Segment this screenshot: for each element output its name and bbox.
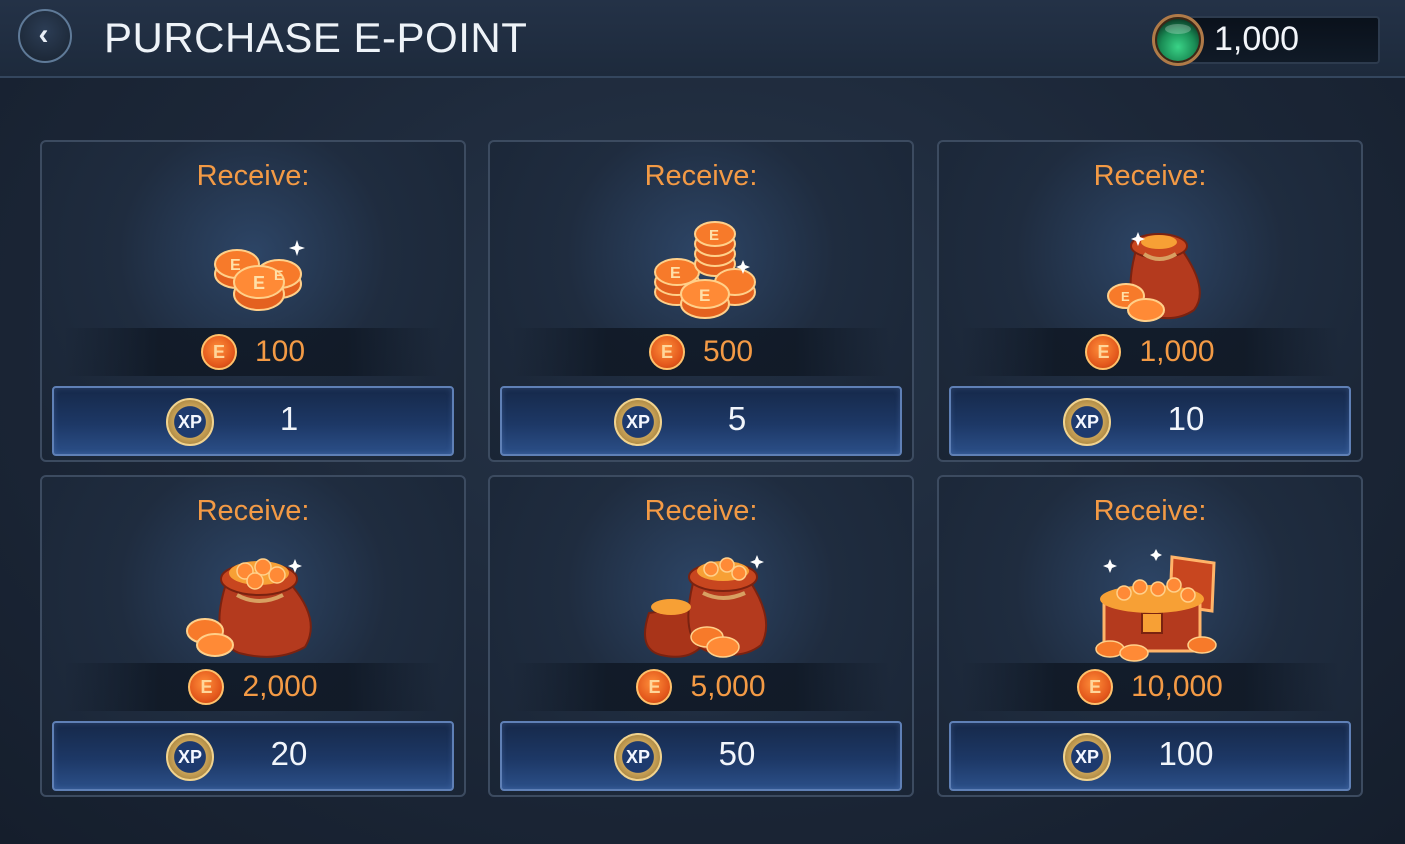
amount-strip: E 1,000 <box>961 328 1339 376</box>
price-value: 20 <box>270 735 308 772</box>
receive-label: Receive: <box>1093 495 1207 527</box>
page-title: PURCHASE E-POINT <box>104 14 528 61</box>
amount-strip: E 5,000 <box>512 663 890 711</box>
receive-label: Receive: <box>196 495 310 527</box>
green-orb-icon <box>1152 14 1204 66</box>
svg-text:E: E <box>230 257 241 274</box>
price-value: 50 <box>718 735 756 772</box>
price-value: 1 <box>279 400 299 437</box>
large-money-bag-icon <box>186 558 312 658</box>
coins-stack-icon: E E E <box>654 221 756 319</box>
svg-text:E: E <box>670 265 681 282</box>
xp-coin-icon: XP <box>614 398 662 446</box>
receive-label: Receive: <box>196 160 310 192</box>
xp-coin-icon: XP <box>1063 398 1111 446</box>
buy-button[interactable]: XP 5 <box>500 386 902 456</box>
xp-coin-icon: XP <box>1063 733 1111 781</box>
e-coin-icon: E <box>636 669 673 705</box>
svg-text:E: E <box>1121 289 1130 304</box>
receive-label: Receive: <box>1093 160 1207 192</box>
e-coin-icon: E <box>200 334 237 370</box>
e-coin-icon: E <box>648 334 685 370</box>
package-card: Receive: E E 1,000 XP 10 <box>937 140 1363 462</box>
amount-value: 500 <box>702 335 754 368</box>
package-card: Receive: E E E E 500 XP 5 <box>488 140 914 462</box>
amount-strip: E 100 <box>64 328 442 376</box>
amount-value: 10,000 <box>1131 670 1223 703</box>
package-card: Receive: E E E E 100 XP 1 <box>40 140 466 462</box>
receive-label: Receive: <box>644 160 758 192</box>
svg-text:E: E <box>699 286 710 305</box>
double-money-bag-icon <box>644 555 768 658</box>
buy-button[interactable]: XP 20 <box>52 721 454 791</box>
buy-button[interactable]: XP 50 <box>500 721 902 791</box>
buy-button[interactable]: XP 100 <box>949 721 1351 791</box>
e-coin-icon: E <box>1077 669 1114 705</box>
amount-value: 1,000 <box>1139 335 1215 368</box>
balance-display: 1,000 <box>1152 14 1380 66</box>
xp-coin-icon: XP <box>614 733 662 781</box>
receive-label: Receive: <box>644 495 758 527</box>
e-coin-icon: E <box>188 669 225 705</box>
xp-coin-icon: XP <box>166 398 214 446</box>
e-coin-icon: E <box>1085 334 1122 370</box>
svg-text:E: E <box>253 273 265 293</box>
amount-strip: E 2,000 <box>64 663 442 711</box>
top-bar: ‹ PURCHASE E-POINT 1,000 <box>0 0 1405 78</box>
svg-text:E: E <box>709 227 719 244</box>
treasure-chest-icon <box>1095 549 1217 662</box>
coins-small-icon: E E E <box>214 240 305 311</box>
amount-value: 2,000 <box>242 670 318 703</box>
price-value: 100 <box>1158 735 1214 772</box>
xp-coin-icon: XP <box>166 733 214 781</box>
amount-strip: E 500 <box>512 328 890 376</box>
package-grid: Receive: E E E E 100 XP 1 Receive: E E E… <box>40 140 1363 797</box>
balance-value: 1,000 <box>1214 20 1300 58</box>
price-value: 5 <box>727 400 747 437</box>
price-value: 10 <box>1167 400 1205 437</box>
package-card: Receive: E 10,000 XP 100 <box>937 475 1363 797</box>
buy-button[interactable]: XP 10 <box>949 386 1351 456</box>
back-button[interactable]: ‹ <box>18 9 72 63</box>
buy-button[interactable]: XP 1 <box>52 386 454 456</box>
money-bag-icon: E <box>1107 232 1201 322</box>
amount-value: 100 <box>254 335 306 368</box>
amount-strip: E 10,000 <box>961 663 1339 711</box>
amount-value: 5,000 <box>690 670 766 703</box>
package-card: Receive: E 2,000 XP 20 <box>40 475 466 797</box>
package-card: Receive: E 5,000 XP 50 <box>488 475 914 797</box>
chevron-left-icon: ‹ <box>38 17 49 51</box>
svg-text:E: E <box>274 267 283 283</box>
